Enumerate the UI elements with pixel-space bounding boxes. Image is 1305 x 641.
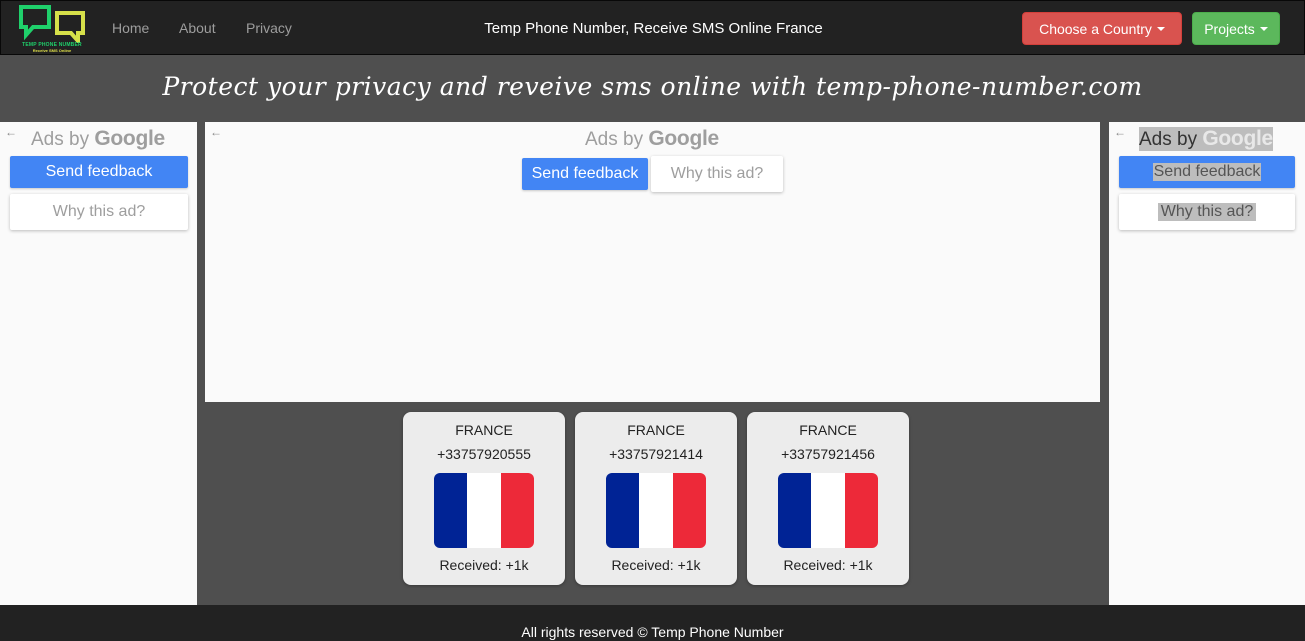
footer-copyright: All rights reserved © Temp Phone Number <box>521 624 784 640</box>
caret-down-icon <box>1259 26 1268 31</box>
flag-stripe-red <box>844 473 878 548</box>
projects-label: Projects <box>1204 20 1255 37</box>
caret-down-icon <box>1156 26 1165 31</box>
projects-dropdown[interactable]: Projects <box>1192 12 1280 45</box>
flag-stripe-blue <box>434 473 468 548</box>
google-logo: Google <box>94 127 165 150</box>
phone-number-card[interactable]: FRANCE +33757920555 Received: +1k <box>403 412 565 585</box>
card-country: FRANCE <box>455 422 513 438</box>
google-logo: Google <box>1202 127 1273 150</box>
card-country: FRANCE <box>627 422 685 438</box>
ads-by-google: Ads by Google <box>585 127 719 151</box>
flag-stripe-white <box>811 473 845 548</box>
flag-stripe-blue <box>606 473 640 548</box>
right-ad-panel: ← Ads by Google Send feedback Why this a… <box>1109 122 1305 605</box>
site-logo[interactable]: TEMP PHONE NUMBER Receive SMS Online <box>17 5 87 53</box>
page-title: Temp Phone Number, Receive SMS Online Fr… <box>484 20 823 37</box>
footer: All rights reserved © Temp Phone Number <box>0 605 1305 641</box>
why-this-ad-button[interactable]: Why this ad? <box>10 194 188 230</box>
send-feedback-button[interactable]: Send feedback <box>10 156 188 188</box>
nav-link-privacy[interactable]: Privacy <box>246 20 292 36</box>
card-phone-number: +33757921456 <box>781 446 875 462</box>
ads-by-label: Ads by <box>31 129 90 150</box>
card-phone-number: +33757920555 <box>437 446 531 462</box>
center-ad-panel: ← Ads by Google Send feedback Why this a… <box>205 122 1100 402</box>
nav-link-home[interactable]: Home <box>112 20 149 36</box>
phone-number-card[interactable]: FRANCE +33757921456 Received: +1k <box>747 412 909 585</box>
flag-stripe-red <box>500 473 534 548</box>
flag-stripe-blue <box>778 473 812 548</box>
back-arrow-icon[interactable]: ← <box>1114 125 1126 139</box>
ads-by-label: Ads by <box>585 129 644 150</box>
navbar: TEMP PHONE NUMBER Receive SMS Online Hom… <box>0 0 1305 55</box>
flag-stripe-red <box>672 473 706 548</box>
left-ad-panel: ← Ads by Google Send feedback Why this a… <box>0 122 197 605</box>
phone-number-card[interactable]: FRANCE +33757921414 Received: +1k <box>575 412 737 585</box>
flag-stripe-white <box>467 473 501 548</box>
back-arrow-icon[interactable]: ← <box>5 125 17 139</box>
send-feedback-button[interactable]: Send feedback <box>522 158 648 190</box>
france-flag-icon <box>778 473 878 548</box>
chat-bubbles-logo-icon <box>19 5 85 47</box>
choose-country-dropdown[interactable]: Choose a Country <box>1022 12 1182 45</box>
send-feedback-button[interactable]: Send feedback <box>1119 156 1295 188</box>
why-this-ad-label: Why this ad? <box>1157 203 1257 221</box>
card-received-count: Received: +1k <box>783 557 873 573</box>
back-arrow-icon[interactable]: ← <box>210 125 222 139</box>
tagline: Protect your privacy and reveive sms onl… <box>162 72 1143 101</box>
ads-by-label: Ads by <box>1139 129 1198 150</box>
nav-link-about[interactable]: About <box>179 20 216 36</box>
choose-country-label: Choose a Country <box>1039 20 1152 37</box>
flag-stripe-white <box>639 473 673 548</box>
card-received-count: Received: +1k <box>439 557 529 573</box>
why-this-ad-button[interactable]: Why this ad? <box>651 156 783 192</box>
why-this-ad-button[interactable]: Why this ad? <box>1119 194 1295 230</box>
logo-subtext: Receive SMS Online <box>32 48 72 53</box>
google-logo: Google <box>648 127 719 150</box>
ads-by-google: Ads by Google <box>31 127 165 151</box>
card-country: FRANCE <box>799 422 857 438</box>
card-phone-number: +33757921414 <box>609 446 703 462</box>
france-flag-icon <box>606 473 706 548</box>
send-feedback-label: Send feedback <box>1152 163 1262 181</box>
card-received-count: Received: +1k <box>611 557 701 573</box>
ads-by-google: Ads by Google <box>1139 127 1273 151</box>
france-flag-icon <box>434 473 534 548</box>
